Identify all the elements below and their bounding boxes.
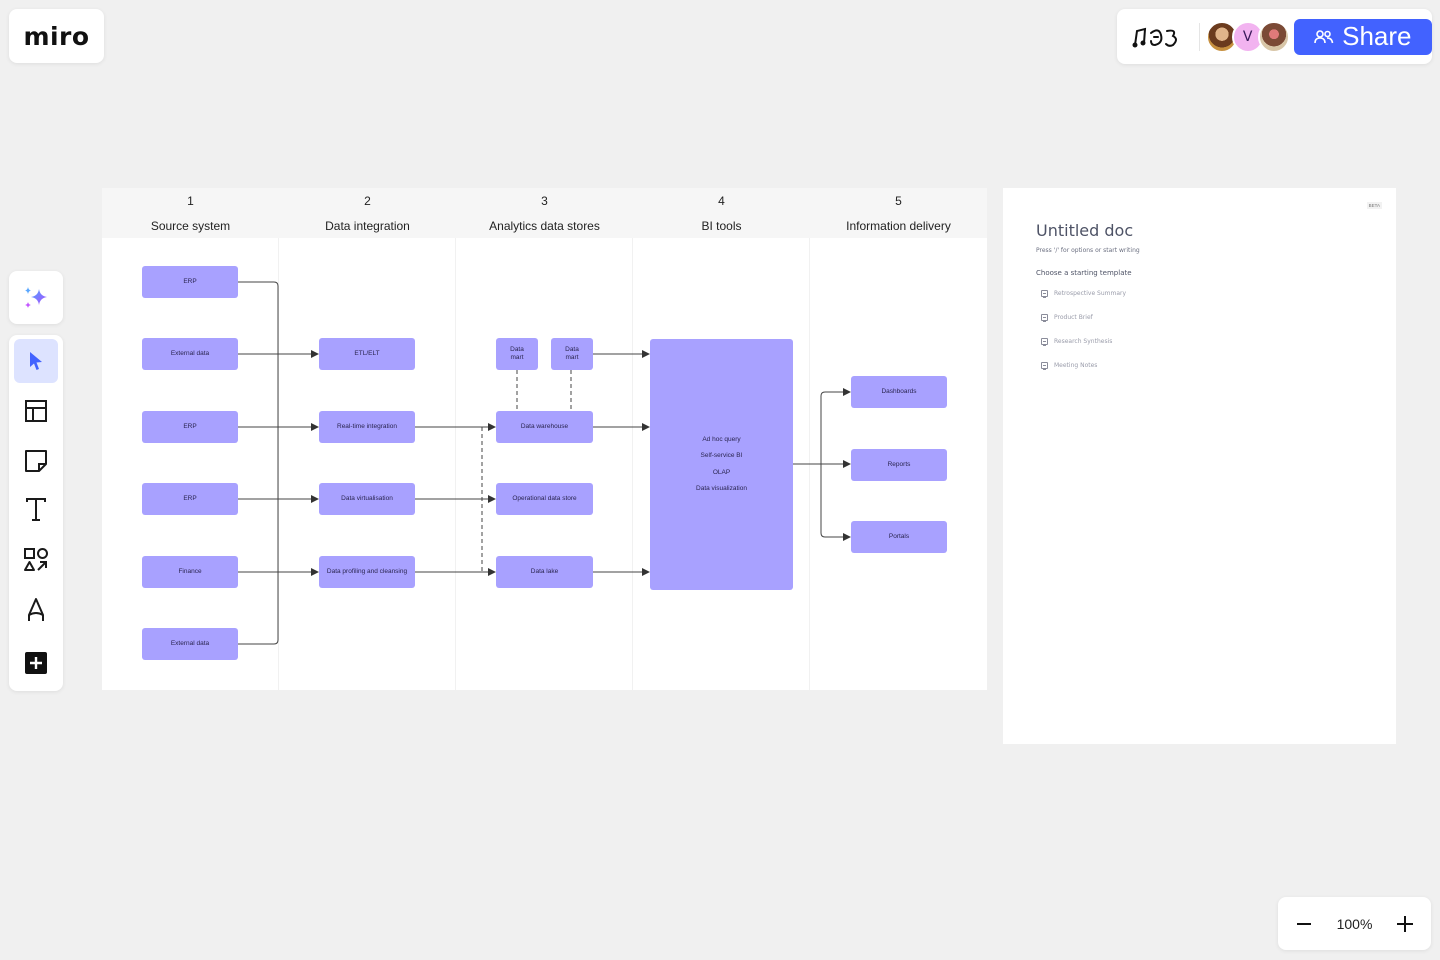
bi-tool-item: Ad hoc query [702,436,741,444]
sticky-note-tool[interactable] [14,439,58,483]
reactions-button[interactable] [1117,23,1197,51]
zoom-level[interactable]: 100% [1337,916,1373,932]
template-label: Research Synthesis [1054,338,1113,345]
bi-tool-item: Data visualization [696,484,747,492]
integration-node[interactable]: ETL/ELT [319,338,415,370]
diagram-frame[interactable]: 1 Source system 2 Data integration 3 Ana… [102,188,987,690]
shapes-icon [24,548,48,571]
avatar-initial: V [1242,28,1253,45]
more-apps-tool[interactable] [14,641,58,685]
main-toolbar [9,335,63,691]
bi-tool-item: OLAP [712,468,731,476]
share-button[interactable]: Share [1293,18,1433,55]
source-node[interactable]: External data [142,628,238,660]
users-icon [1314,29,1334,43]
plus-icon [1397,915,1413,932]
share-label: Share [1342,21,1412,51]
collaborator-avatars[interactable]: V [1205,20,1290,53]
beta-badge: BETA [1366,202,1382,209]
integration-node[interactable]: Data virtualisation [319,483,415,515]
column-title: BI tools [701,219,742,233]
connector [238,281,279,645]
column-header: 4 BI tools [633,188,810,238]
data-mart-node[interactable]: Data mart [551,338,593,370]
plus-square-icon [25,652,47,674]
select-tool[interactable] [14,339,58,383]
sparkles-icon [25,286,47,308]
template-label: Meeting Notes [1054,362,1098,369]
document-icon [1041,290,1048,298]
templates-icon [25,400,47,422]
pen-icon [28,598,44,621]
template-option[interactable]: Research Synthesis [1041,338,1113,346]
data-mart-node[interactable]: Data mart [496,338,538,370]
template-label: Retrospective Summary [1054,290,1127,297]
template-option[interactable]: Retrospective Summary [1041,290,1127,298]
delivery-node[interactable]: Reports [851,449,947,481]
column-header: 3 Analytics data stores [456,188,633,238]
column-header: 5 Information delivery [810,188,987,238]
source-node[interactable]: Finance [142,556,238,588]
doc-hint: Press '/' for options or start writing [1036,247,1140,254]
zoom-controls: 100% [1278,897,1431,950]
connector-arrow [820,388,851,464]
column-header: 1 Source system [102,188,279,238]
column-number: 1 [187,194,194,208]
integration-node[interactable]: Data profiling and cleansing [319,556,415,588]
source-node[interactable]: ERP [142,266,238,298]
template-heading: Choose a starting template [1036,269,1132,277]
source-node[interactable]: External data [142,338,238,370]
delivery-node[interactable]: Dashboards [851,376,947,408]
text-tool[interactable] [14,488,58,532]
connector-arrow [820,464,851,541]
data-warehouse-node[interactable]: Data warehouse [496,411,593,443]
column-title: Information delivery [846,219,951,233]
column-number: 5 [895,194,902,208]
column-divider [809,238,810,690]
operational-data-store-node[interactable]: Operational data store [496,483,593,515]
column-number: 2 [364,194,371,208]
column-title: Data integration [325,219,410,233]
minus-icon [1297,922,1311,925]
delivery-node[interactable]: Portals [851,521,947,553]
column-divider [632,238,633,690]
column-title: Analytics data stores [489,219,600,233]
templates-tool[interactable] [14,389,58,433]
template-option[interactable]: Product Brief [1041,314,1093,322]
miro-logo[interactable]: miro [9,9,104,63]
column-header: 2 Data integration [279,188,456,238]
cursor-icon [30,352,42,370]
frame-header: 1 Source system 2 Data integration 3 Ana… [102,188,987,238]
logo-text: miro [23,21,90,51]
data-lake-node[interactable]: Data lake [496,556,593,588]
zoom-in-button[interactable] [1393,912,1417,936]
column-title: Source system [150,219,231,233]
column-number: 3 [541,194,548,208]
column-divider [278,238,279,690]
bi-tools-node[interactable]: Ad hoc query Self-service BI OLAP Data v… [650,339,793,590]
doc-title[interactable]: Untitled doc [1036,221,1133,240]
pen-tool[interactable] [14,588,58,632]
column-divider [455,238,456,690]
bi-tool-item: Self-service BI [700,452,743,460]
document-icon [1041,362,1048,370]
sticky-note-icon [25,450,47,472]
reactions-icon [1132,27,1177,47]
text-icon [26,498,46,521]
document-icon [1041,314,1048,322]
template-option[interactable]: Meeting Notes [1041,362,1098,370]
source-node[interactable]: ERP [142,483,238,515]
ai-assist-button[interactable] [9,271,63,324]
column-number: 4 [718,194,725,208]
doc-widget[interactable]: BETA Untitled doc Press '/' for options … [1003,188,1396,744]
divider [1198,22,1200,51]
zoom-out-button[interactable] [1292,912,1316,936]
integration-node[interactable]: Real-time integration [319,411,415,443]
template-label: Product Brief [1054,314,1093,321]
avatar[interactable] [1257,20,1290,53]
collaboration-bar: V Share [1117,9,1433,64]
document-icon [1041,338,1048,346]
shapes-tool[interactable] [14,538,58,582]
source-node[interactable]: ERP [142,411,238,443]
